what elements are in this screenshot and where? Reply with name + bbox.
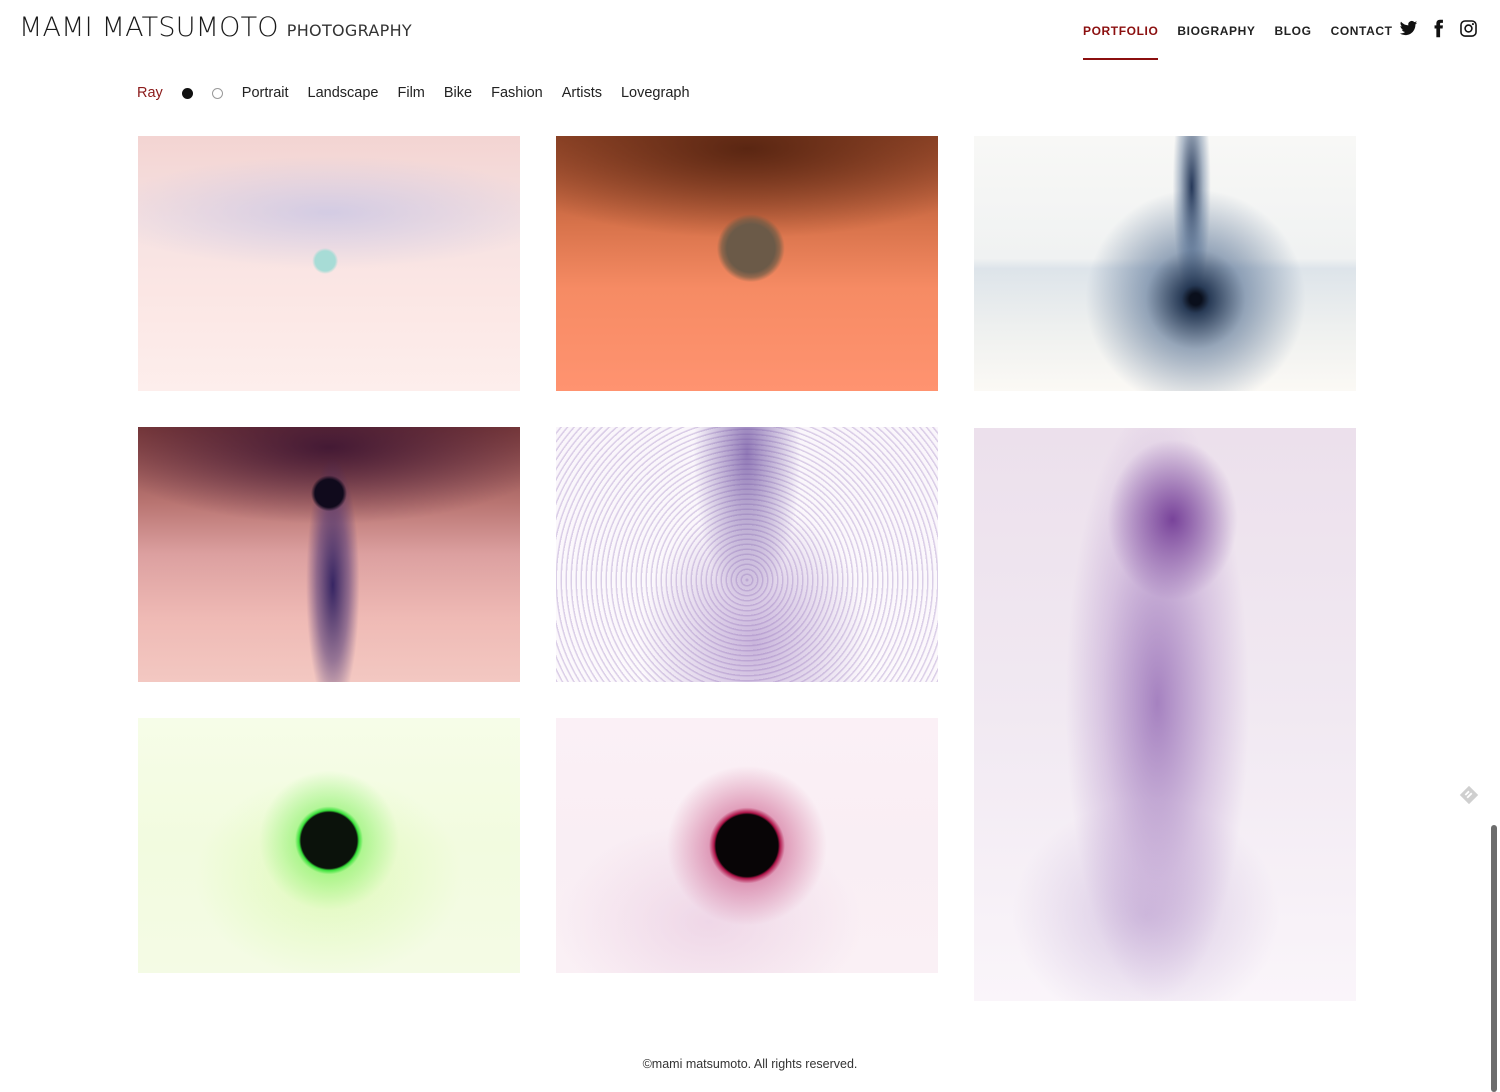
floating-tag-icon[interactable] (1458, 784, 1480, 806)
photo-purple-particles[interactable] (556, 427, 938, 682)
scrollbar-thumb[interactable] (1491, 825, 1497, 1092)
photo-purple-vertical-smoke[interactable] (974, 428, 1356, 1001)
photo-pink-eclipse[interactable] (556, 718, 938, 973)
filter-portrait[interactable]: Portrait (242, 85, 289, 101)
footer-copyright: ©mami matsumoto. All rights reserved. (642, 1057, 858, 1071)
filter-bike[interactable]: Bike (444, 85, 472, 101)
filter-lovegraph[interactable]: Lovegraph (621, 85, 690, 101)
filter-hollow-dot-icon[interactable] (211, 87, 223, 99)
photo-orange-sun[interactable] (556, 136, 938, 391)
logo-title: MAMI MATSUMOTO (19, 12, 279, 43)
photo-blue-spray[interactable] (974, 136, 1356, 391)
nav-portfolio[interactable]: PORTFOLIO (1083, 24, 1159, 60)
filter-filled-dot-icon[interactable] (181, 87, 193, 99)
filter-film[interactable]: Film (398, 85, 425, 101)
filter-ray[interactable]: Ray (137, 85, 163, 101)
filter-landscape[interactable]: Landscape (308, 85, 379, 101)
photo-pink-cyan-sun[interactable] (138, 136, 520, 391)
photo-pink-black-orbs[interactable] (138, 427, 520, 682)
filter-artists[interactable]: Artists (562, 85, 602, 101)
nav-blog[interactable]: BLOG (1274, 24, 1311, 60)
site-logo[interactable]: MAMI MATSUMOTO PHOTOGRAPHY (19, 12, 412, 43)
social-links (1399, 19, 1478, 38)
photo-green-eclipse[interactable] (138, 718, 520, 973)
portfolio-filters: Ray Portrait Landscape Film Bike Fashion… (137, 85, 690, 101)
nav-contact[interactable]: CONTACT (1331, 24, 1393, 60)
facebook-icon[interactable] (1429, 19, 1448, 38)
instagram-icon[interactable] (1459, 19, 1478, 38)
filter-fashion[interactable]: Fashion (491, 85, 543, 101)
twitter-icon[interactable] (1399, 19, 1418, 38)
page: MAMI MATSUMOTO PHOTOGRAPHY PORTFOLIO BIO… (0, 0, 1500, 1092)
nav-biography[interactable]: BIOGRAPHY (1177, 24, 1255, 60)
main-nav: PORTFOLIO BIOGRAPHY BLOG CONTACT (1083, 24, 1393, 60)
logo-subtitle: PHOTOGRAPHY (286, 21, 412, 40)
